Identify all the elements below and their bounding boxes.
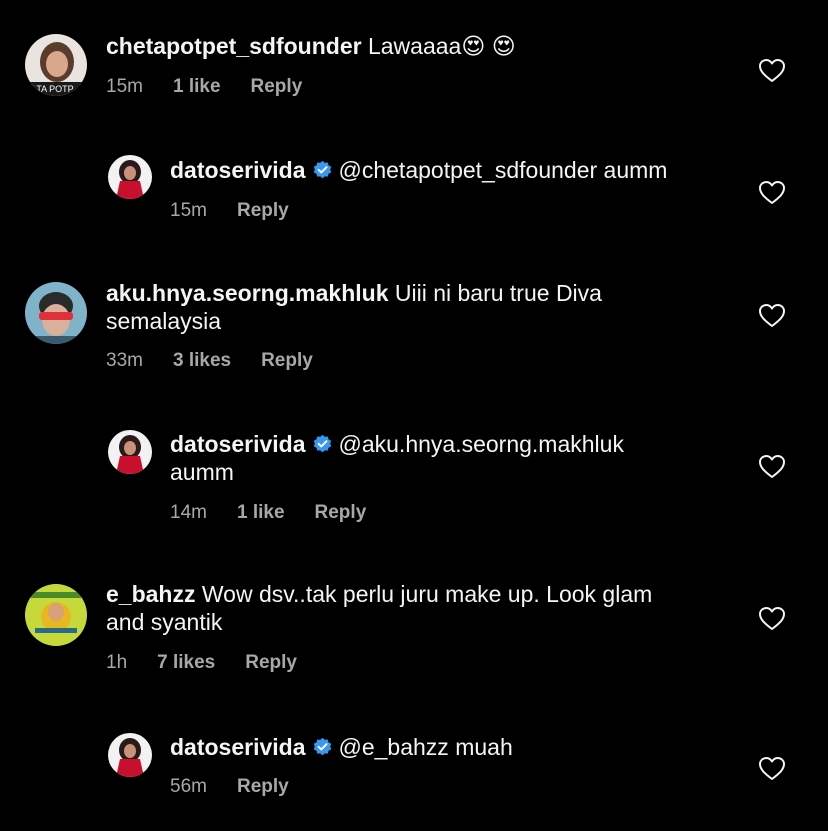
heart-outline-icon[interactable] (759, 59, 785, 83)
comment-username[interactable]: datoserivida (170, 431, 306, 457)
heart-outline-icon[interactable] (759, 455, 785, 479)
avatar[interactable] (25, 584, 87, 646)
reply-item: datoserivida @e_bahzz muah 56m Reply (0, 720, 828, 830)
heart-outline-icon[interactable] (759, 607, 785, 631)
comment-text: datoserivida @aku.hnya.seorng.makhluk aum… (170, 430, 730, 486)
reply-button[interactable]: Reply (237, 200, 289, 221)
comment-meta: 15m Reply (170, 200, 319, 222)
reply-button[interactable]: Reply (251, 76, 303, 97)
svg-text:E TA POTP: E TA POTP (28, 84, 74, 94)
comment-message: @chetapotpet_sdfounder aumm (338, 157, 668, 183)
comment-time: 1h (106, 652, 128, 673)
reply-item: datoserivida @aku.hnya.seorng.makhluk aum… (0, 415, 828, 530)
reply-button[interactable]: Reply (237, 776, 289, 797)
comment-message-line2: and syantik (106, 609, 223, 635)
heart-outline-icon[interactable] (759, 757, 785, 781)
comment-meta: 33m 3 likes Reply (106, 350, 343, 372)
comment-time: 14m (170, 502, 207, 523)
comment-time: 56m (170, 776, 207, 797)
comment-meta: 15m 1 like Reply (106, 76, 332, 98)
avatar[interactable] (108, 430, 152, 474)
comment-message: Wow dsv..tak perlu juru make up. Look gl… (201, 581, 653, 607)
comment-meta: 14m 1 like Reply (170, 502, 396, 524)
reply-item: datoserivida @chetapotpet_sdfounder aumm … (0, 140, 828, 240)
comment-username[interactable]: datoserivida (170, 157, 306, 183)
avatar[interactable] (108, 155, 152, 199)
likes-count[interactable]: 7 likes (157, 652, 215, 673)
reply-button[interactable]: Reply (245, 652, 297, 673)
comment-username[interactable]: chetapotpet_sdfounder (106, 33, 362, 59)
avatar[interactable]: E TA POTP (25, 34, 87, 96)
comment-message: @e_bahzz muah (338, 734, 513, 760)
comment-time: 15m (170, 200, 207, 221)
likes-count[interactable]: 1 like (237, 502, 285, 523)
comment-meta: 1h 7 likes Reply (106, 652, 327, 674)
likes-count[interactable]: 1 like (173, 76, 221, 97)
comment-text: chetapotpet_sdfounder Lawaaaa😍 😍 (106, 32, 516, 60)
verified-badge-icon (313, 160, 331, 179)
comment-meta: 56m Reply (170, 776, 319, 798)
comment-text: datoserivida @chetapotpet_sdfounder aumm (170, 156, 667, 184)
comment-message-line2: aumm (170, 459, 234, 485)
avatar[interactable] (25, 282, 87, 344)
comment-item: E TA POTP chetapotpet_sdfounder Lawaaaa😍… (0, 0, 828, 110)
comment-username[interactable]: aku.hnya.seorng.makhluk (106, 280, 388, 306)
avatar[interactable] (108, 733, 152, 777)
reply-button[interactable]: Reply (261, 350, 313, 371)
comment-item: e_bahzz Wow dsv..tak perlu juru make up.… (0, 570, 828, 680)
likes-count[interactable]: 3 likes (173, 350, 231, 371)
comment-text: datoserivida @e_bahzz muah (170, 733, 513, 761)
comment-time: 15m (106, 76, 143, 97)
heart-outline-icon[interactable] (759, 304, 785, 328)
verified-badge-icon (313, 737, 331, 756)
comment-message: Uiii ni baru true Diva (394, 280, 602, 306)
comment-username: e_bahzz (106, 581, 196, 607)
comment-message: Lawaaaa (367, 33, 462, 59)
comment-text: e_bahzz Wow dsv..tak perlu juru make up.… (106, 580, 746, 636)
comment-item: aku.hnya.seorng.makhluk Uiii ni baru tru… (0, 270, 828, 380)
comment-message: @aku.hnya.seorng.makhluk (338, 431, 624, 457)
comment-text: aku.hnya.seorng.makhluk Uiii ni baru tru… (106, 279, 726, 335)
comment-time: 33m (106, 350, 143, 371)
verified-badge-icon (313, 434, 331, 453)
emoji-heart-eyes: 😍 😍 (461, 33, 516, 59)
comment-username[interactable]: datoserivida (170, 734, 306, 760)
heart-outline-icon[interactable] (759, 181, 785, 205)
reply-button[interactable]: Reply (315, 502, 367, 523)
comment-message-line2: semalaysia (106, 308, 222, 334)
